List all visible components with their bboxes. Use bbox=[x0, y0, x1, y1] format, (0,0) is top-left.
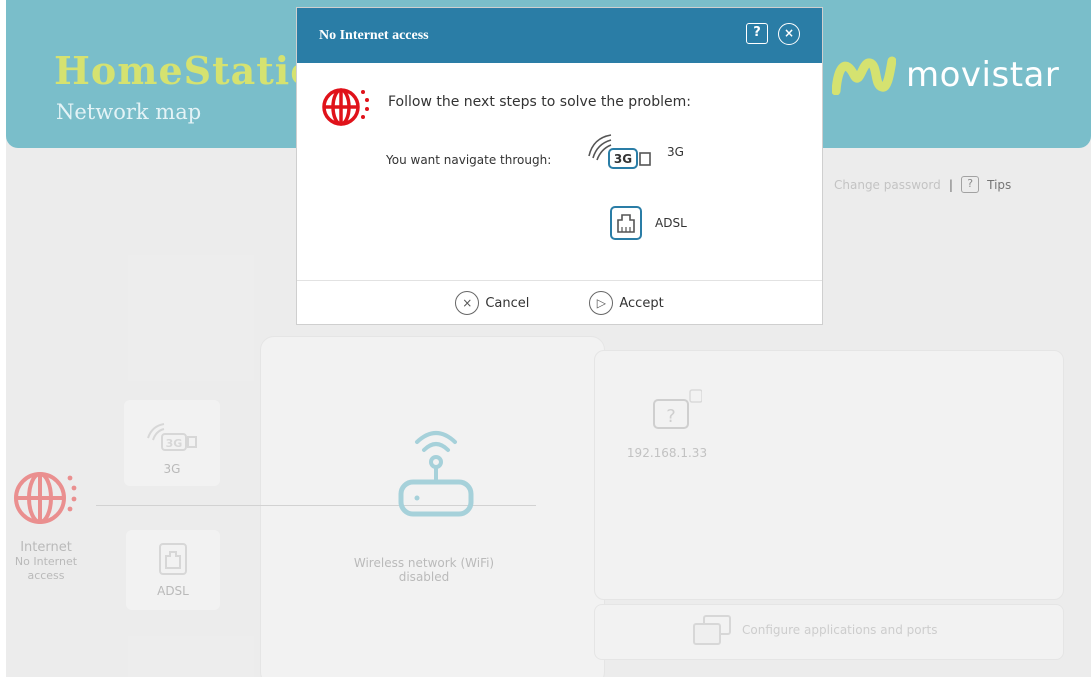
option-3g-badge: 3G bbox=[614, 152, 632, 166]
dialog-message: Follow the next steps to solve the probl… bbox=[388, 94, 691, 110]
ethernet-port-icon bbox=[610, 206, 642, 240]
globe-alert-icon bbox=[322, 88, 369, 126]
option-3g[interactable]: 3G 3G bbox=[585, 132, 684, 172]
cancel-label: Cancel bbox=[485, 295, 530, 311]
option-3g-label: 3G bbox=[667, 145, 684, 159]
accept-button[interactable]: ▷ Accept bbox=[589, 291, 664, 315]
accept-label: Accept bbox=[619, 295, 664, 311]
dialog-question: You want navigate through: bbox=[386, 153, 552, 167]
dialog-globe bbox=[319, 80, 373, 138]
dialog-title-icons: ? × bbox=[746, 23, 800, 45]
close-icon[interactable]: × bbox=[778, 23, 800, 45]
cancel-icon: × bbox=[455, 291, 480, 315]
no-internet-dialog: No Internet access ? × Follow the next s… bbox=[296, 7, 823, 325]
dialog-title: No Internet access bbox=[319, 27, 429, 43]
dialog-titlebar: No Internet access ? × bbox=[297, 8, 822, 63]
accept-icon: ▷ bbox=[589, 291, 614, 315]
option-adsl[interactable]: ADSL bbox=[609, 205, 687, 241]
signal-3g-icon: 3G bbox=[588, 134, 651, 169]
cancel-button[interactable]: × Cancel bbox=[455, 291, 529, 315]
help-icon[interactable]: ? bbox=[746, 23, 768, 44]
dialog-footer: × Cancel ▷ Accept bbox=[297, 280, 822, 325]
option-adsl-label: ADSL bbox=[655, 216, 687, 230]
